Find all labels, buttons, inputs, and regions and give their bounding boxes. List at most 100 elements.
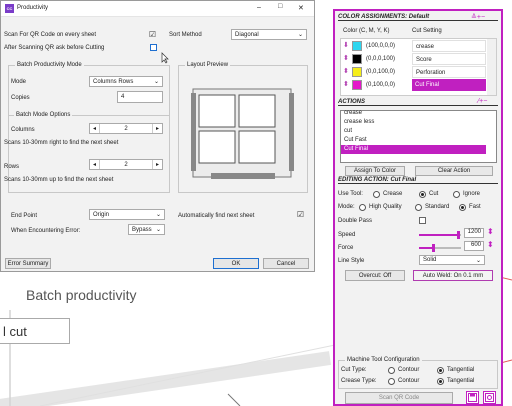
tool-cut-label: Cut xyxy=(429,191,439,197)
mode-standard-radio[interactable] xyxy=(415,204,422,211)
scrollbar[interactable] xyxy=(487,39,496,95)
cut-setting-cell: Cut Final xyxy=(412,79,486,91)
maximize-button[interactable]: □ xyxy=(278,3,282,10)
tool-crease-radio[interactable] xyxy=(373,191,380,198)
cut-type-contour-label: Contour xyxy=(398,367,420,373)
force-input[interactable]: 600 xyxy=(464,241,484,251)
speed-spinner-icon[interactable]: ⬍ xyxy=(487,227,494,236)
action-item[interactable]: Cut Final xyxy=(341,145,486,154)
force-slider-thumb[interactable] xyxy=(432,244,436,252)
ok-button[interactable]: OK xyxy=(213,258,259,269)
mode-select[interactable]: Columns Rows ⌄ xyxy=(89,76,163,87)
auto-find-checkbox[interactable]: ☑ xyxy=(297,210,304,218)
double-pass-label: Double Pass xyxy=(338,218,373,224)
action-item[interactable]: Cut Fast xyxy=(341,136,486,145)
tool-cut-radio[interactable] xyxy=(419,191,426,198)
speed-input[interactable]: 1200 xyxy=(464,228,484,238)
color-cmyk: (100,0,0,0) xyxy=(366,43,396,49)
use-tool-label: Use Tool: xyxy=(338,191,363,197)
cut-setting-cell: Perforation xyxy=(412,66,486,78)
cancel-button[interactable]: Cancel xyxy=(263,258,309,269)
cut-setting-cell: crease xyxy=(412,40,486,52)
copies-value: 4 xyxy=(121,94,125,100)
scan-qr-button[interactable]: Scan QR Code xyxy=(345,392,453,404)
columns-value: 2 xyxy=(124,125,128,132)
actions-header: ACTIONS xyxy=(338,99,498,106)
mode-fast-radio[interactable] xyxy=(459,204,466,211)
speed-slider-track[interactable] xyxy=(419,231,461,239)
close-button[interactable]: ✕ xyxy=(298,4,304,12)
mode-high-quality-radio[interactable] xyxy=(359,204,366,211)
swatch-spinner-icon: ⬇ xyxy=(343,42,349,49)
after-scan-checkbox[interactable] xyxy=(150,44,157,51)
end-point-label: End Point xyxy=(11,213,38,219)
copies-label: Copies xyxy=(11,95,30,101)
force-value: 600 xyxy=(470,242,481,248)
crease-type-tangential-label: Tangential xyxy=(447,378,475,384)
swatch-spinner-icon: ⬍ xyxy=(343,55,349,62)
copies-input[interactable]: 4 xyxy=(117,91,163,103)
action-item[interactable]: crease xyxy=(341,109,486,118)
swatch-spinner-icon: ⬍ xyxy=(343,81,349,88)
save-icon[interactable] xyxy=(466,391,479,404)
error-summary-button[interactable]: Error Summary xyxy=(5,258,51,269)
assign-to-color-button[interactable]: Assign To Color xyxy=(345,166,405,176)
after-scan-label: After Scanning QR ask before Cutting xyxy=(4,45,105,51)
cut-type-tangential-radio[interactable] xyxy=(437,367,444,374)
crease-type-tangential-radio[interactable] xyxy=(437,378,444,385)
color-swatch xyxy=(352,67,362,77)
scan-qr-checkbox[interactable]: ☑ xyxy=(149,30,156,38)
layout-preview-title: Layout Preview xyxy=(185,62,231,68)
sort-method-select[interactable]: Diagonal ⌄ xyxy=(231,29,307,40)
color-cmyk: (0,0,0,100) xyxy=(366,56,396,62)
cut-label: l cut xyxy=(3,323,27,339)
color-row[interactable]: ⬍ (0,0,100,0) Perforation xyxy=(341,66,486,78)
autoweld-button[interactable]: Auto Weld: On 0.1 mm xyxy=(413,270,493,281)
overcut-button[interactable]: Overcut: Off xyxy=(345,270,405,281)
color-toolbar-icons[interactable]: ≙+− xyxy=(471,13,485,21)
tool-ignore-radio[interactable] xyxy=(453,191,460,198)
end-point-select[interactable]: Origin ⌄ xyxy=(89,209,165,220)
actions-toolbar-icons[interactable]: ⁄+− xyxy=(478,98,487,105)
app-logo: CC xyxy=(5,4,14,13)
window-title: Productivity xyxy=(17,5,49,11)
decrement-icon[interactable]: ◂ xyxy=(90,124,100,133)
action-item[interactable]: crease less xyxy=(341,118,486,127)
double-pass-checkbox[interactable] xyxy=(419,217,426,224)
minimize-button[interactable]: – xyxy=(257,4,261,11)
scan-qr-label: Scan For QR Code on every sheet xyxy=(4,32,97,38)
mode-label: Mode: xyxy=(338,204,355,210)
color-row[interactable]: ⬍ (0,100,0,0) Cut Final xyxy=(341,79,486,91)
cut-type-contour-radio[interactable] xyxy=(388,367,395,374)
chevron-down-icon: ⌄ xyxy=(297,32,303,38)
rows-stepper[interactable]: ◂ 2 ▸ xyxy=(89,159,163,170)
columns-stepper[interactable]: ◂ 2 ▸ xyxy=(89,123,163,134)
increment-icon[interactable]: ▸ xyxy=(152,124,162,133)
productivity-dialog: CC Productivity – □ ✕ Scan For QR Code o… xyxy=(0,0,315,272)
cut-setting-value: Perforation xyxy=(416,70,446,76)
swatch-spinner-icon: ⬍ xyxy=(343,68,349,75)
color-row[interactable]: ⬇ (100,0,0,0) crease xyxy=(341,40,486,52)
speed-slider-thumb[interactable] xyxy=(457,231,461,239)
editing-action-header: EDITING ACTION: Cut Final xyxy=(338,177,498,184)
clear-action-button[interactable]: Clear Action xyxy=(415,166,493,176)
color-swatch xyxy=(352,54,362,64)
error-select[interactable]: Bypass ⌄ xyxy=(128,224,165,235)
line-style-select[interactable]: Solid ⌄ xyxy=(419,255,485,265)
columns-label: Columns xyxy=(11,127,35,133)
line-style-value: Solid xyxy=(423,257,437,263)
cut-type-tangential-label: Tangential xyxy=(447,367,475,373)
rows-label: Rows xyxy=(4,164,20,170)
cut-setting-value: crease xyxy=(416,44,435,50)
cut-setting-value: Score xyxy=(416,57,432,63)
settings-icon[interactable] xyxy=(483,391,496,404)
increment-icon[interactable]: ▸ xyxy=(152,160,162,169)
color-row[interactable]: ⬍ (0,0,0,100) Score xyxy=(341,53,486,65)
decrement-icon[interactable]: ◂ xyxy=(90,160,100,169)
columns-hint: Scans 10-30mm right to find the next she… xyxy=(4,140,119,146)
cut-label-box: l cut xyxy=(0,318,70,344)
force-slider-track[interactable] xyxy=(419,244,461,252)
action-item[interactable]: cut xyxy=(341,127,486,136)
crease-type-contour-radio[interactable] xyxy=(388,378,395,385)
force-spinner-icon[interactable]: ⬍ xyxy=(487,240,494,249)
